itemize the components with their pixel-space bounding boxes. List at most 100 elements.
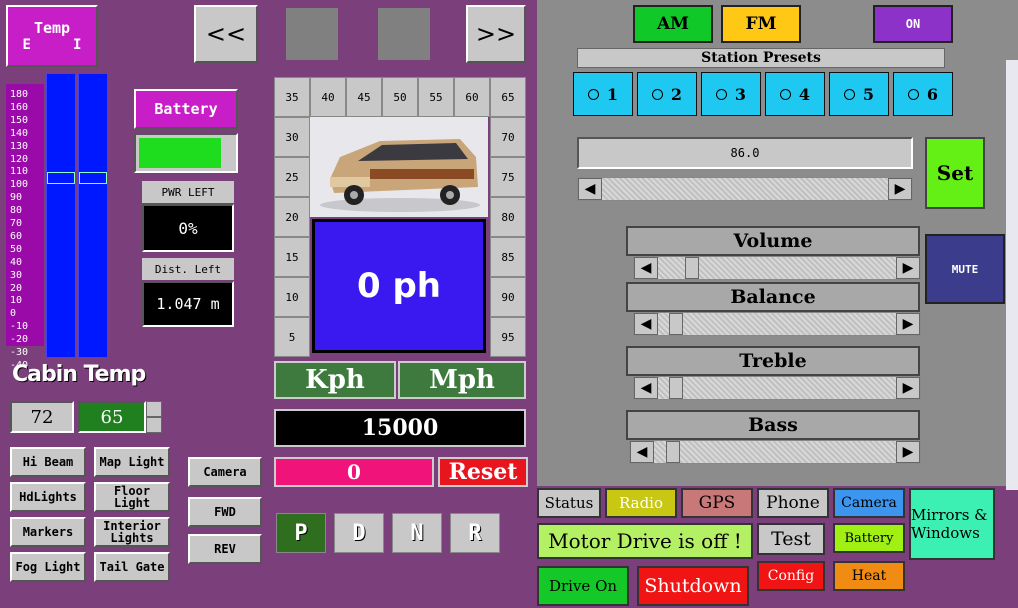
temp-scale-tick: -10 xyxy=(10,321,29,333)
fwd-button[interactable]: FWD xyxy=(188,497,262,527)
mph-button[interactable]: Mph xyxy=(398,361,526,399)
tail-gate-button[interactable]: Tail Gate xyxy=(94,552,170,582)
temp-scale-tick: 130 xyxy=(10,140,29,152)
speed-tick-label: 65 xyxy=(490,77,526,117)
radio-power-button[interactable]: ON xyxy=(873,5,953,43)
map-light-button[interactable]: Map Light xyxy=(94,447,170,477)
preset-label: 2 xyxy=(670,84,683,104)
cabin-temp-down[interactable] xyxy=(146,417,162,433)
next-button[interactable]: >> xyxy=(466,5,526,63)
rev-button[interactable]: REV xyxy=(188,534,262,564)
arrow-left-icon[interactable]: ◀ xyxy=(630,441,654,463)
drive-on-button[interactable]: Drive On xyxy=(537,566,629,606)
arrow-left-icon[interactable]: ◀ xyxy=(578,178,602,200)
am-button[interactable]: AM xyxy=(633,5,713,43)
slider-volume[interactable]: ◀ ▶ xyxy=(633,256,921,280)
station-preset-button[interactable]: 4 xyxy=(765,72,825,116)
station-preset-button[interactable]: 3 xyxy=(701,72,761,116)
slider-thumb[interactable] xyxy=(685,257,700,279)
tab-test[interactable]: Test xyxy=(757,523,825,555)
radio-circle-icon xyxy=(843,88,855,100)
arrow-left-icon[interactable]: ◀ xyxy=(634,257,658,279)
speed-tick-label: 30 xyxy=(274,117,310,157)
arrow-left-icon[interactable]: ◀ xyxy=(634,377,658,399)
station-preset-button[interactable]: 1 xyxy=(573,72,633,116)
tab-radio[interactable]: Radio xyxy=(605,488,677,518)
motor-drive-status: Motor Drive is off ! xyxy=(537,523,753,559)
tab-config[interactable]: Config xyxy=(757,561,825,591)
battery-gauge xyxy=(134,133,238,173)
temp-scale-tick: 60 xyxy=(10,230,23,242)
hi-beam-button[interactable]: Hi Beam xyxy=(10,447,86,477)
speed-tick-label: 75 xyxy=(490,157,526,197)
fm-button[interactable]: FM xyxy=(721,5,801,43)
hdlights-button[interactable]: HdLights xyxy=(10,482,86,512)
floor-light-button[interactable]: Floor Light xyxy=(94,482,170,512)
speed-tick-label: 35 xyxy=(274,77,310,117)
radio-circle-icon xyxy=(779,88,791,100)
temp-scale-tick: 100 xyxy=(10,179,29,191)
temp-scale-tick: 90 xyxy=(10,192,23,204)
gear-r-button[interactable]: R xyxy=(450,513,500,553)
markers-button[interactable]: Markers xyxy=(10,517,86,547)
arrow-right-icon[interactable]: ▶ xyxy=(896,441,920,463)
interior-lights-button[interactable]: Interior Lights xyxy=(94,517,170,547)
camera-button[interactable]: Camera xyxy=(188,457,262,487)
station-preset-button[interactable]: 6 xyxy=(893,72,953,116)
fog-light-button[interactable]: Fog Light xyxy=(10,552,86,582)
tab-mirrors-windows[interactable]: Mirrors & Windows xyxy=(909,488,995,560)
temp-scale-tick: 110 xyxy=(10,166,29,178)
temp-scale-tick: 140 xyxy=(10,127,29,139)
temp-scale-tick: 80 xyxy=(10,205,23,217)
speed-tick-label: 10 xyxy=(274,277,310,317)
cabin-temp-up[interactable] xyxy=(146,401,162,417)
arrow-right-icon[interactable]: ▶ xyxy=(896,257,920,279)
tab-phone[interactable]: Phone xyxy=(757,488,829,518)
radio-circle-icon xyxy=(587,88,599,100)
tab-gps[interactable]: GPS xyxy=(681,488,753,518)
battery-label: Battery xyxy=(134,89,238,129)
speed-tick-label: 40 xyxy=(310,77,346,117)
tab-camera[interactable]: Camera xyxy=(833,488,905,518)
gear-n-button[interactable]: N xyxy=(392,513,442,553)
tab-battery[interactable]: Battery xyxy=(833,523,905,553)
arrow-left-icon[interactable]: ◀ xyxy=(634,313,658,335)
frequency-scrollbar[interactable]: ◀ ▶ xyxy=(577,177,913,201)
preset-label: 5 xyxy=(862,84,875,104)
speed-tick-label: 45 xyxy=(346,77,382,117)
slider-thumb[interactable] xyxy=(669,377,684,399)
shutdown-button[interactable]: Shutdown xyxy=(637,566,749,606)
speed-tick-label: 95 xyxy=(490,317,526,357)
slider-thumb[interactable] xyxy=(669,313,684,335)
arrow-right-icon[interactable]: ▶ xyxy=(896,377,920,399)
display-slot-2 xyxy=(378,8,430,60)
reset-button[interactable]: Reset xyxy=(438,457,528,487)
gear-d-button[interactable]: D xyxy=(334,513,384,553)
station-preset-button[interactable]: 5 xyxy=(829,72,889,116)
arrow-right-icon[interactable]: ▶ xyxy=(896,313,920,335)
speed-tick-label: 60 xyxy=(454,77,490,117)
set-button[interactable]: Set xyxy=(925,137,985,209)
radio-panel-edge xyxy=(1006,60,1018,490)
station-presets-title: Station Presets xyxy=(577,48,945,68)
temp-bar-exterior xyxy=(46,73,76,358)
station-preset-button[interactable]: 2 xyxy=(637,72,697,116)
temp-scale-tick: -20 xyxy=(10,334,29,346)
temp-scale-tick: 20 xyxy=(10,282,23,294)
kph-button[interactable]: Kph xyxy=(274,361,396,399)
gear-p-button[interactable]: P xyxy=(276,513,326,553)
tab-heat[interactable]: Heat xyxy=(833,561,905,591)
preset-label: 3 xyxy=(734,84,747,104)
slider-treble[interactable]: ◀ ▶ xyxy=(633,376,921,400)
temp-scale: 180 160 150 140 130 120 110 100 90 80 70 60 50 40 30 20… xyxy=(6,84,44,371)
slider-balance[interactable]: ◀ ▶ xyxy=(633,312,921,336)
cabin-temp-current: 72 xyxy=(10,401,74,433)
mute-button[interactable]: MUTE xyxy=(925,234,1005,304)
slider-bass[interactable]: ◀ ▶ xyxy=(629,440,921,464)
prev-button[interactable]: << xyxy=(194,5,258,63)
trip-meter: 0 xyxy=(274,457,434,487)
slider-label-treble: Treble xyxy=(626,346,920,376)
arrow-right-icon[interactable]: ▶ xyxy=(888,178,912,200)
tab-status[interactable]: Status xyxy=(537,488,601,518)
slider-thumb[interactable] xyxy=(665,441,680,463)
